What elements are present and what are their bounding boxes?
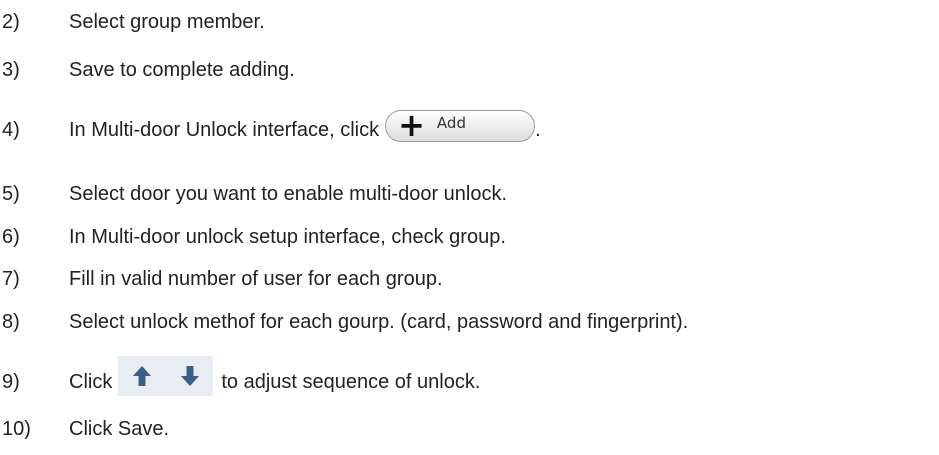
step-5: 5) Select door you want to enable multi-…	[0, 177, 507, 211]
add-button[interactable]: + Add	[385, 105, 536, 144]
step-number: 3)	[2, 58, 20, 81]
step-text: Select door you want to enable multi-doo…	[69, 182, 508, 205]
step-7: 7) Fill in valid number of user for each…	[0, 262, 443, 296]
add-button-label: Add	[436, 114, 466, 132]
step-text: Select unlock methof for each gourp. (ca…	[69, 310, 689, 333]
step-3: 3) Save to complete adding.	[0, 53, 295, 87]
step-text: Click Save.	[69, 417, 170, 440]
step-number: 4)	[2, 118, 20, 141]
step-number: 2)	[2, 10, 20, 33]
plus-icon: +	[398, 105, 425, 144]
step-8: 8) Select unlock methof for each gourp. …	[0, 305, 688, 339]
step-number: 8)	[2, 310, 20, 333]
arrow-down-icon[interactable]	[178, 364, 202, 388]
step-text-before: Click	[69, 370, 113, 393]
step-text-before: In Multi-door Unlock interface, click	[69, 118, 380, 141]
step-6: 6) In Multi-door unlock setup interface,…	[0, 220, 506, 254]
step-2: 2) Select group member.	[0, 5, 265, 39]
step-text: Select group member.	[69, 10, 265, 33]
step-text-after: .	[535, 118, 541, 141]
step-number: 5)	[2, 182, 20, 205]
step-9: 9) Click to adjust sequence of unlock.	[0, 356, 481, 402]
step-number: 6)	[2, 225, 20, 248]
step-text: Save to complete adding.	[69, 58, 295, 81]
step-number: 9)	[2, 370, 20, 393]
step-4: 4) In Multi-door Unlock interface, click…	[0, 109, 541, 147]
step-10: 10) Click Save.	[0, 412, 169, 446]
step-text: Fill in valid number of user for each gr…	[69, 267, 443, 290]
step-text: Click to adjust sequence of unlock.	[69, 356, 481, 402]
sequence-arrow-buttons	[118, 356, 214, 396]
step-text: In Multi-door Unlock interface, click + …	[69, 109, 541, 146]
step-text-after: to adjust sequence of unlock.	[221, 370, 481, 393]
step-number: 7)	[2, 267, 20, 290]
step-number: 10)	[2, 417, 31, 440]
arrow-up-icon[interactable]	[130, 364, 154, 388]
step-text: In Multi-door unlock setup interface, ch…	[69, 225, 506, 248]
